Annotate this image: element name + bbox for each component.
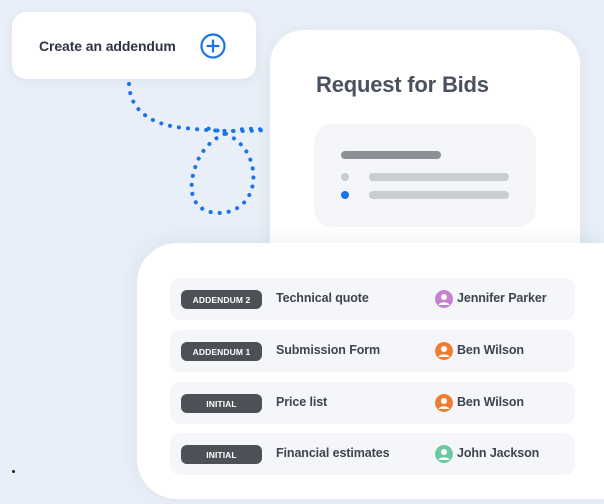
list-item[interactable]: INITIAL Financial estimates John Jackson xyxy=(170,433,575,475)
placeholder-heading-bar xyxy=(341,151,441,159)
request-card-title: Request for Bids xyxy=(316,72,489,97)
document-name: Technical quote xyxy=(276,291,369,305)
person-name: Jennifer Parker xyxy=(457,291,547,305)
list-bullet xyxy=(341,173,349,181)
user-avatar-icon xyxy=(435,445,453,463)
list-bullet-active xyxy=(341,191,349,199)
create-addendum-label: Create an addendum xyxy=(39,37,176,54)
user-avatar-icon xyxy=(435,394,453,412)
decorative-dot xyxy=(12,470,15,473)
placeholder-line xyxy=(369,173,509,181)
person-name: Ben Wilson xyxy=(457,395,524,409)
user-avatar-icon xyxy=(435,342,453,360)
user-avatar-icon xyxy=(435,290,453,308)
list-item[interactable]: ADDENDUM 1 Submission Form Ben Wilson xyxy=(170,330,575,372)
person-name: John Jackson xyxy=(457,446,540,460)
person-name: Ben Wilson xyxy=(457,343,524,357)
status-badge: ADDENDUM 1 xyxy=(181,342,262,361)
addenda-list-card: ADDENDUM 2 Technical quote Jennifer Park… xyxy=(137,243,604,499)
list-item[interactable]: ADDENDUM 2 Technical quote Jennifer Park… xyxy=(170,278,575,320)
document-name: Price list xyxy=(276,395,328,409)
status-badge: INITIAL xyxy=(181,445,262,464)
plus-circle-icon[interactable] xyxy=(200,33,226,59)
placeholder-line xyxy=(369,191,509,199)
document-name: Submission Form xyxy=(276,343,381,357)
placeholder-list xyxy=(314,124,536,227)
status-badge: ADDENDUM 2 xyxy=(181,290,262,309)
status-badge: INITIAL xyxy=(181,394,262,413)
document-name: Financial estimates xyxy=(276,446,390,460)
list-item[interactable]: INITIAL Price list Ben Wilson xyxy=(170,382,575,424)
create-addendum-button[interactable]: Create an addendum xyxy=(12,12,256,79)
